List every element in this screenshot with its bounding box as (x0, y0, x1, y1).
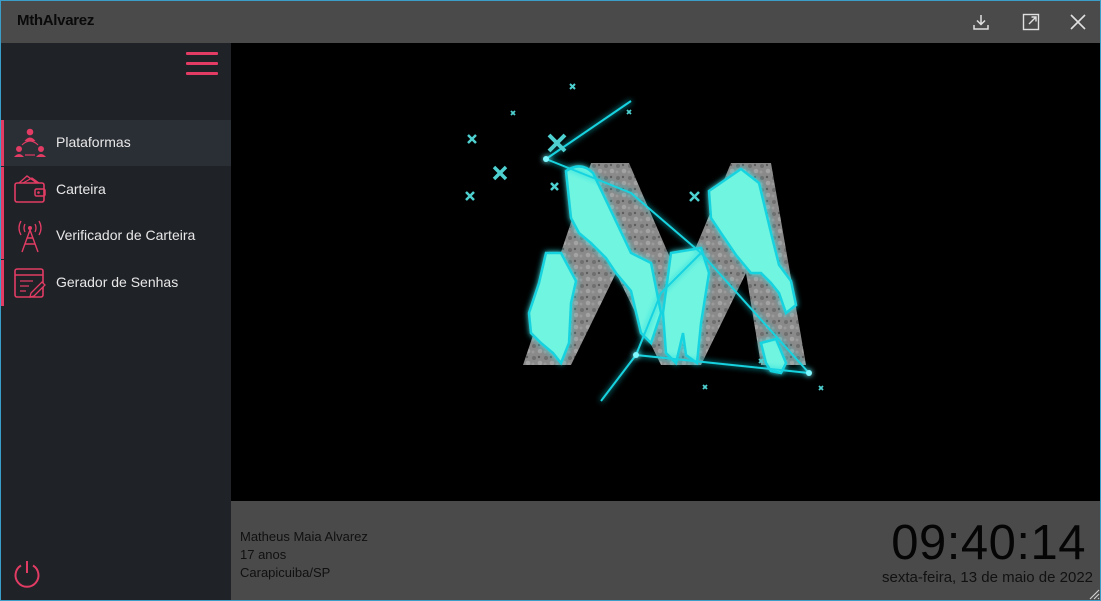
sidebar-item-label: Verificador de Carteira (56, 227, 196, 243)
user-name: Matheus Maia Alvarez (240, 529, 368, 544)
mthalvarez-logo (465, 83, 824, 402)
download-icon (973, 15, 989, 30)
hamburger-icon[interactable] (186, 52, 220, 78)
user-age: 17 anos (240, 547, 287, 562)
sidebar-item-label: Plataformas (56, 134, 131, 150)
sidebar-item-label: Carteira (56, 180, 106, 197)
sidebar-item-verificador-de-carteira[interactable]: Verificador de Carteira (1, 213, 231, 259)
status-footer: Matheus Maia Alvarez 17 anos Carapicuiba… (231, 501, 1100, 600)
maximize-button[interactable] (1018, 9, 1044, 35)
download-button[interactable] (968, 9, 994, 35)
close-button[interactable] (1065, 9, 1091, 35)
app-window: MthAlvarez Plataformas Carteira Verifica… (0, 0, 1101, 601)
close-icon (1070, 14, 1086, 30)
user-info: Matheus Maia Alvarez 17 anos Carapicuiba… (240, 528, 368, 582)
sidebar: Plataformas Carteira Verificador de Cart… (1, 43, 231, 600)
edit-form-icon (14, 267, 46, 298)
app-title: MthAlvarez (17, 12, 95, 29)
users-network-icon (14, 128, 46, 157)
main-panel (231, 43, 1100, 501)
clock-date: sexta-feira, 13 de maio de 2022 (882, 569, 1093, 586)
sidebar-nav: Plataformas Carteira Verificador de Cart… (1, 120, 231, 306)
sidebar-item-gerador-de-senhas[interactable]: Gerador de Senhas (1, 259, 231, 306)
power-icon[interactable] (11, 558, 43, 590)
maximize-icon (1022, 13, 1040, 31)
sidebar-item-carteira[interactable]: Carteira (1, 166, 231, 213)
antenna-tower-icon (18, 220, 42, 253)
user-location: Carapicuiba/SP (240, 565, 331, 580)
clock-time: 09:40:14 (891, 516, 1086, 570)
sidebar-item-label: Gerador de Senhas (56, 273, 179, 290)
sidebar-item-plataformas[interactable]: Plataformas (1, 120, 231, 166)
wallet-icon (14, 174, 46, 203)
resize-grip-icon[interactable] (1086, 586, 1100, 600)
title-bar[interactable]: MthAlvarez (1, 1, 1100, 43)
